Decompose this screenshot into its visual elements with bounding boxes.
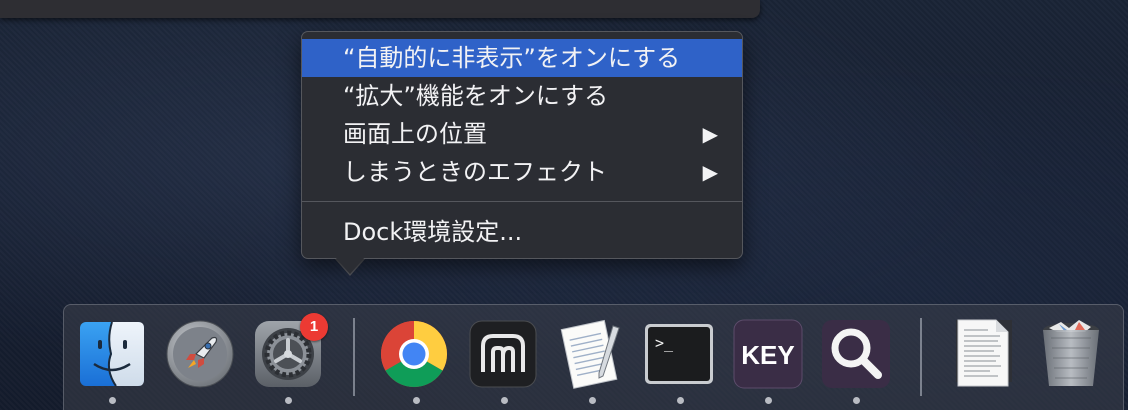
bbedit-icon[interactable] xyxy=(467,318,539,390)
menu-item-label: 画面上の位置 xyxy=(343,120,487,148)
running-indicator xyxy=(109,397,116,404)
running-indicator xyxy=(501,397,508,404)
menu-pointer xyxy=(335,257,365,274)
running-indicator xyxy=(589,397,596,404)
menu-separator xyxy=(302,201,742,202)
dock-context-menu: “自動的に非表示”をオンにする “拡大”機能をオンにする 画面上の位置 ▶ しま… xyxy=(301,31,743,259)
menu-item-position-on-screen[interactable]: 画面上の位置 ▶ xyxy=(302,115,742,153)
menu-item-dock-preferences[interactable]: Dock環境設定... xyxy=(302,213,742,251)
running-indicator xyxy=(853,397,860,404)
notification-badge: 1 xyxy=(300,313,328,341)
rocket-icon[interactable] xyxy=(164,318,236,390)
document-icon[interactable] xyxy=(944,318,1016,390)
submenu-arrow-icon: ▶ xyxy=(702,160,718,184)
running-indicator xyxy=(677,397,684,404)
key-label: KEY xyxy=(741,340,794,370)
key-icon[interactable]: KEY xyxy=(732,318,804,390)
terminal-icon[interactable]: >_ xyxy=(643,318,715,390)
menu-item-magnification[interactable]: “拡大”機能をオンにする xyxy=(302,77,742,115)
dock-separator xyxy=(920,318,922,396)
textedit-icon[interactable] xyxy=(555,318,627,390)
menu-item-minimize-effect[interactable]: しまうときのエフェクト ▶ xyxy=(302,153,742,191)
terminal-prompt: >_ xyxy=(655,334,674,352)
magnifier-icon[interactable] xyxy=(820,318,892,390)
submenu-arrow-icon: ▶ xyxy=(702,122,718,146)
finder-icon[interactable] xyxy=(76,318,148,390)
trash-icon[interactable] xyxy=(1035,318,1107,390)
running-indicator xyxy=(413,397,420,404)
menu-item-label: Dock環境設定... xyxy=(343,218,523,246)
menu-item-label: “拡大”機能をオンにする xyxy=(343,82,609,110)
running-indicator xyxy=(285,397,292,404)
background-window xyxy=(0,0,760,18)
menu-item-label: “自動的に非表示”をオンにする xyxy=(343,44,681,72)
dock-separator xyxy=(353,318,355,396)
running-indicator xyxy=(765,397,772,404)
menu-item-autohide[interactable]: “自動的に非表示”をオンにする xyxy=(302,39,742,77)
menu-item-label: しまうときのエフェクト xyxy=(343,158,607,186)
chrome-icon[interactable] xyxy=(378,318,450,390)
